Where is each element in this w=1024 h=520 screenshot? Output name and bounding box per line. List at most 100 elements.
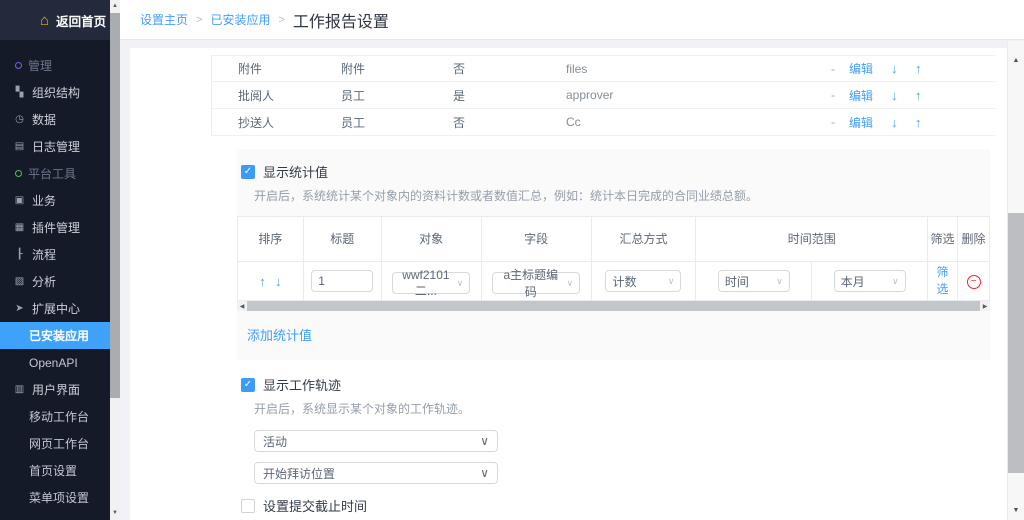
sidebar: ⌂ 返回首页 管理 ▚ 组织结构 ◷ 数据 ▤ 日志管理 平台工具 [0, 0, 120, 520]
chevron-down-icon: ∨ [892, 276, 899, 287]
summary-select-value: 计数 [612, 273, 636, 290]
move-up-icon[interactable]: ↑ [915, 88, 939, 103]
col-header-sort: 排序 [238, 217, 304, 262]
breadcrumb-separator: > [196, 14, 202, 26]
sidebar-item-analysis[interactable]: ▨ 分析 [0, 268, 110, 295]
sidebar-item-web-workbench[interactable]: 网页工作台 [0, 430, 110, 457]
object-select[interactable]: wwf2101二... ∨ [392, 272, 470, 294]
breadcrumb-link-settings-home[interactable]: 设置主页 [140, 11, 188, 28]
item-label: 已安装应用 [29, 327, 89, 344]
log-list-icon: ▤ [13, 142, 26, 152]
form-area: 附件 附件 否 files - 编辑 ↓ ↑ 批阅人 员工 是 approver [211, 55, 995, 520]
sidebar-item-data[interactable]: ◷ 数据 [0, 106, 110, 133]
sidebar-item-plugin-management[interactable]: ▦ 插件管理 [0, 214, 110, 241]
chevron-down-icon: ∨ [480, 434, 489, 448]
show-statistics-label: 显示统计值 [263, 162, 328, 181]
move-down-icon[interactable]: ↓ [891, 61, 915, 76]
field-rows: 附件 附件 否 files - 编辑 ↓ ↑ 批阅人 员工 是 approver [211, 55, 995, 136]
table-row-cc: 抄送人 员工 否 Cc - 编辑 ↓ ↑ [212, 109, 995, 136]
col-header-delete: 删除 [958, 217, 990, 262]
scroll-down-icon[interactable]: ▼ [1008, 507, 1024, 514]
track-object-select[interactable]: 活动 ∨ [254, 430, 498, 452]
sort-up-icon[interactable]: ↑ [259, 274, 266, 289]
sidebar-item-back-home[interactable]: ⌂ 返回首页 [0, 0, 120, 40]
item-label: 扩展中心 [32, 300, 80, 317]
statistics-header-row: 排序 标题 对象 字段 汇总方式 时间范围 筛选 删除 [238, 217, 990, 262]
add-statistic-link[interactable]: 添加统计值 [247, 328, 312, 343]
chevron-down-icon: ∨ [457, 278, 464, 289]
track-location-select[interactable]: 开始拜访位置 ∨ [254, 462, 498, 484]
field-select[interactable]: a主标题编码 ∨ [492, 272, 580, 294]
scroll-right-icon[interactable]: ▶ [980, 303, 990, 310]
breadcrumb-separator: > [278, 14, 284, 26]
purple-ring-icon [15, 62, 22, 69]
chevron-down-icon: ∨ [480, 466, 489, 480]
field-select-value: a主标题编码 [499, 266, 562, 300]
sidebar-item-openapi[interactable]: OpenAPI [0, 349, 110, 376]
delete-row-icon[interactable]: − [967, 275, 981, 289]
filter-link[interactable]: 筛选 [936, 264, 950, 298]
page-title: 工作报告设置 [293, 8, 389, 32]
track-object-select-value: 活动 [263, 433, 287, 450]
move-up-icon[interactable]: ↑ [915, 115, 939, 130]
scroll-left-icon[interactable]: ◀ [237, 303, 247, 310]
show-work-track-label: 显示工作轨迹 [263, 375, 341, 394]
scroll-up-icon[interactable]: ▲ [1008, 57, 1024, 64]
field-required: 否 [453, 114, 566, 131]
sidebar-item-installed-apps[interactable]: 已安装应用 [0, 322, 110, 349]
edit-link[interactable]: 编辑 [849, 60, 891, 77]
edit-link[interactable]: 编辑 [849, 87, 891, 104]
move-up-icon[interactable]: ↑ [915, 61, 939, 76]
track-location-select-value: 开始拜访位置 [263, 465, 335, 482]
show-work-track-checkbox[interactable]: ✓ [241, 378, 255, 392]
chart-icon: ▨ [13, 277, 26, 287]
sidebar-item-business[interactable]: ▣ 业务 [0, 187, 110, 214]
title-input[interactable] [311, 270, 373, 292]
main-scrollbar[interactable]: ▲ ▼ [1007, 41, 1024, 520]
statistics-data-row: ↑ ↓ wwf2101二... ∨ [238, 262, 990, 301]
item-label: 组织结构 [32, 84, 80, 101]
breadcrumb-link-installed-apps[interactable]: 已安装应用 [210, 11, 270, 28]
sidebar-item-menu-item-settings[interactable]: 菜单项设置 [0, 484, 110, 511]
field-api-name: approver [566, 88, 831, 102]
org-structure-icon: ▚ [13, 88, 26, 98]
move-down-icon[interactable]: ↓ [891, 115, 915, 130]
scroll-up-icon[interactable]: ▲ [110, 3, 120, 9]
horizontal-scrollbar-thumb[interactable] [247, 301, 980, 311]
sidebar-item-process[interactable]: ┠ 流程 [0, 241, 110, 268]
field-api-name: files [566, 62, 831, 76]
horizontal-scrollbar[interactable]: ◀ ▶ [237, 301, 990, 311]
item-label: 移动工作台 [29, 408, 89, 425]
item-label: 用户界面 [32, 381, 80, 398]
sidebar-item-org-structure[interactable]: ▚ 组织结构 [0, 79, 110, 106]
table-row-attachment: 附件 附件 否 files - 编辑 ↓ ↑ [212, 55, 995, 82]
sidebar-item-homepage-settings[interactable]: 首页设置 [0, 457, 110, 484]
sidebar-scrollbar[interactable]: ▲ ▼ [110, 0, 120, 520]
green-ring-icon [15, 170, 22, 177]
move-down-icon[interactable]: ↓ [891, 88, 915, 103]
col-header-object: 对象 [381, 217, 481, 262]
sidebar-item-user-interface[interactable]: ▥ 用户界面 [0, 376, 110, 403]
show-statistics-checkbox[interactable]: ✓ [241, 165, 255, 179]
main-area: 设置主页 > 已安装应用 > 工作报告设置 附件 附件 否 files - 编辑… [120, 0, 1024, 520]
field-label: 抄送人 [238, 114, 341, 131]
sidebar-scrollbar-thumb[interactable] [110, 13, 120, 398]
time-range-select[interactable]: 本月 ∨ [834, 270, 906, 292]
set-deadline-checkbox[interactable]: ✓ [241, 499, 255, 513]
deadline-section: ✓ 设置提交截止时间 开启后，系统要求执行人提交工作报告会有截止时间限制 [237, 496, 995, 520]
sort-down-icon[interactable]: ↓ [275, 274, 282, 289]
set-deadline-label: 设置提交截止时间 [263, 496, 367, 515]
sidebar-item-mobile-workbench[interactable]: 移动工作台 [0, 403, 110, 430]
field-type: 员工 [341, 114, 453, 131]
field-required: 是 [453, 87, 566, 104]
flow-icon: ┠ [13, 250, 26, 260]
edit-link[interactable]: 编辑 [849, 114, 891, 131]
field-label: 批阅人 [238, 87, 341, 104]
main-scrollbar-thumb[interactable] [1008, 213, 1024, 473]
time-type-select[interactable]: 时间 ∨ [718, 270, 790, 292]
sidebar-item-log-management[interactable]: ▤ 日志管理 [0, 133, 110, 160]
summary-select[interactable]: 计数 ∨ [605, 270, 681, 292]
sidebar-section-platform-tools: 平台工具 [0, 160, 110, 187]
scroll-down-icon[interactable]: ▼ [110, 510, 120, 516]
sidebar-item-extension-center[interactable]: ➤ 扩展中心 [0, 295, 110, 322]
